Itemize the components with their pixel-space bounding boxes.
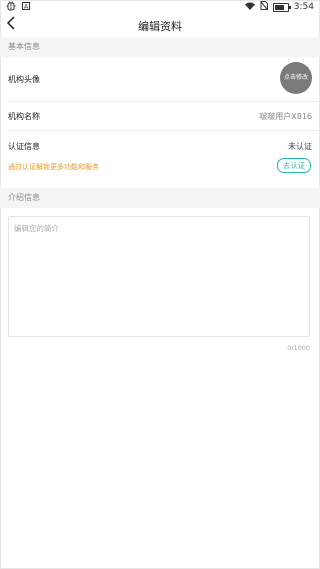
name-value: 啵啵用户X816 — [259, 112, 312, 121]
intro-textarea[interactable] — [9, 217, 309, 336]
section-title-basic: 基本信息 — [8, 42, 40, 51]
avatar-edit-button[interactable]: 点击修改 — [280, 62, 312, 94]
page-title: 编辑资料 — [138, 20, 182, 33]
avatar-row[interactable]: 机构头像 — [0, 57, 320, 101]
certification-hint: 通过认证解锁更多功能和服务 — [8, 163, 99, 171]
status-time: 3:54 — [293, 2, 314, 12]
name-label: 机构名称 — [8, 112, 40, 121]
wifi-icon — [244, 2, 255, 13]
certification-row: 认证信息 未认证 — [0, 138, 320, 154]
divider — [8, 130, 320, 131]
no-sim-icon — [260, 1, 268, 13]
nav-bar: 编辑资料 — [0, 14, 320, 36]
certification-label: 认证信息 — [8, 142, 40, 151]
section-header-intro: 介绍信息 — [0, 188, 320, 208]
char-counter: 0/1000 — [287, 344, 310, 352]
section-title-intro: 介绍信息 — [8, 193, 40, 202]
certify-button[interactable]: 去认证 — [277, 158, 311, 173]
intro-box — [8, 216, 310, 337]
certification-status: 未认证 — [288, 142, 312, 151]
section-header-basic: 基本信息 — [0, 37, 320, 57]
status-bar: A 3:54 — [0, 0, 320, 14]
a-notification-icon: A — [22, 2, 30, 13]
avatar-label: 机构头像 — [8, 75, 40, 84]
name-row[interactable]: 机构名称 啵啵用户X816 — [0, 102, 320, 130]
battery-icon — [272, 2, 291, 12]
bug-icon — [6, 1, 16, 14]
